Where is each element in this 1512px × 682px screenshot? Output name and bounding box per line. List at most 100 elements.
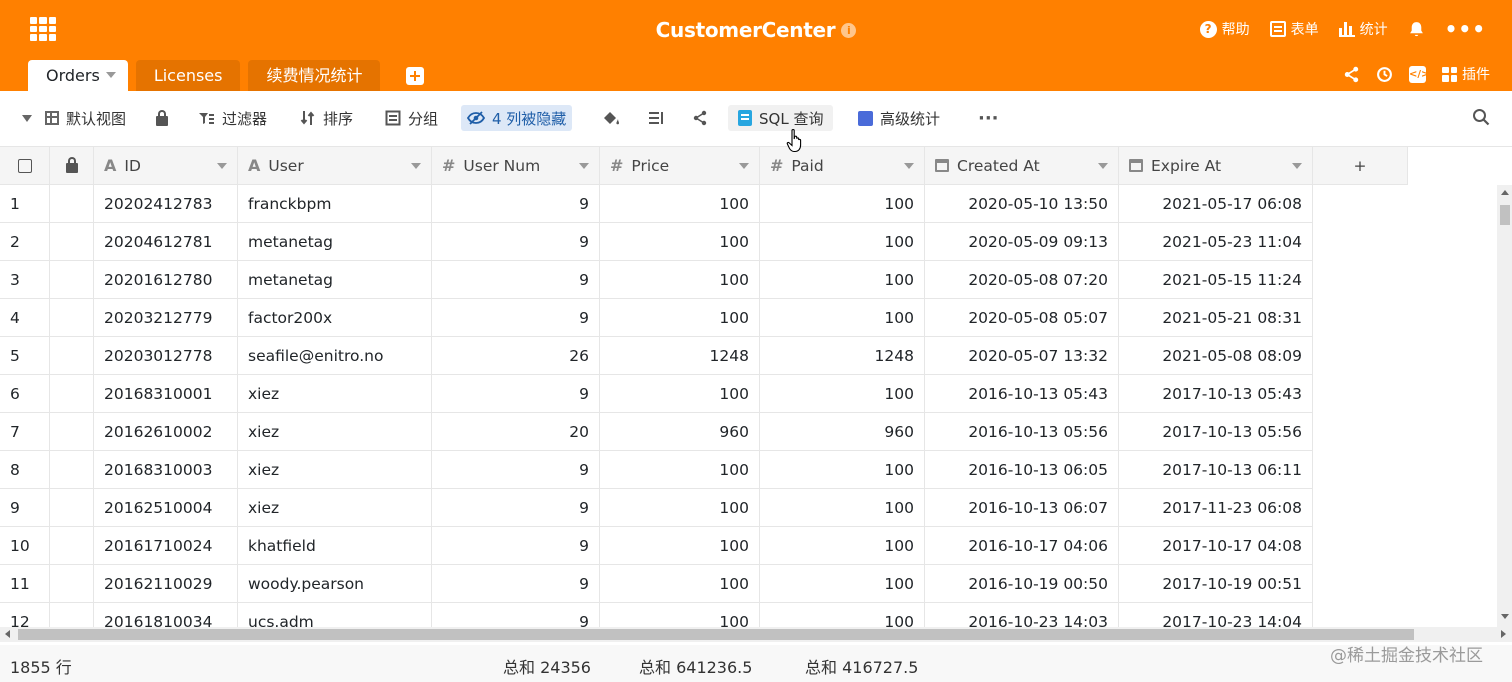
table-cell[interactable]: 9	[432, 299, 600, 337]
view-selector[interactable]: 默认视图	[16, 105, 132, 131]
lock-view-button[interactable]	[150, 105, 174, 131]
chevron-down-icon[interactable]	[1098, 162, 1108, 169]
table-cell[interactable]: 20162610002	[94, 413, 238, 451]
table-cell[interactable]: 9	[432, 527, 600, 565]
table-row[interactable]: 1 20202412783 franckbpm 9 100 100 2020-05-10 1…	[0, 185, 1408, 223]
table-cell[interactable]: 20	[432, 413, 600, 451]
table-cell[interactable]: 1248	[600, 337, 760, 375]
table-cell[interactable]: xiez	[238, 413, 432, 451]
table-cell[interactable]: 100	[760, 261, 925, 299]
table-cell[interactable]: 1248	[760, 337, 925, 375]
table-cell[interactable]: ucs.adm	[238, 603, 432, 627]
horizontal-scrollbar[interactable]	[0, 627, 1512, 642]
share-icon[interactable]	[1343, 66, 1360, 83]
table-cell[interactable]: 2021-05-17 06:08	[1119, 185, 1313, 223]
scroll-right-icon[interactable]	[1501, 630, 1506, 638]
chevron-down-icon[interactable]	[411, 162, 421, 169]
table-cell[interactable]: 2017-10-17 04:08	[1119, 527, 1313, 565]
vertical-scrollbar[interactable]	[1497, 185, 1512, 627]
table-cell[interactable]: franckbpm	[238, 185, 432, 223]
add-column-button[interactable]: +	[1313, 147, 1408, 185]
column-header-created-at[interactable]: Created At	[925, 147, 1119, 185]
table-cell[interactable]: 2017-10-13 06:11	[1119, 451, 1313, 489]
chevron-down-icon[interactable]	[217, 162, 227, 169]
table-cell[interactable]: 9	[432, 565, 600, 603]
hidden-columns-button[interactable]: 4 列被隐藏	[461, 105, 573, 131]
bell-icon[interactable]	[1408, 21, 1425, 38]
table-cell[interactable]: 960	[600, 413, 760, 451]
table-row[interactable]: 12 20161810034 ucs.adm 9 100 100 2016-10-23 14…	[0, 603, 1408, 627]
column-header-user-num[interactable]: # User Num	[432, 147, 600, 185]
row-action-cell[interactable]	[50, 185, 94, 223]
row-action-cell[interactable]	[50, 337, 94, 375]
table-cell[interactable]: 2020-05-09 09:13	[925, 223, 1119, 261]
info-icon[interactable]: i	[841, 23, 857, 38]
table-cell[interactable]: xiez	[238, 489, 432, 527]
table-cell[interactable]: 2017-10-23 14:04	[1119, 603, 1313, 627]
table-cell[interactable]: 2021-05-15 11:24	[1119, 261, 1313, 299]
table-cell[interactable]: 9	[432, 489, 600, 527]
table-row[interactable]: 3 20201612780 metanetag 9 100 100 2020-05-08 0…	[0, 261, 1408, 299]
tab-licenses[interactable]: Licenses	[135, 60, 241, 91]
table-row[interactable]: 7 20162610002 xiez 20 960 960 2016-10-13 05:56…	[0, 413, 1408, 451]
row-action-cell[interactable]	[50, 489, 94, 527]
chevron-down-icon[interactable]	[579, 162, 589, 169]
table-row[interactable]: 2 20204612781 metanetag 9 100 100 2020-05-09 0…	[0, 223, 1408, 261]
table-cell[interactable]: 100	[600, 261, 760, 299]
table-cell[interactable]: 100	[600, 299, 760, 337]
advanced-stats-button[interactable]: 高级统计	[852, 105, 946, 131]
table-cell[interactable]: 9	[432, 223, 600, 261]
table-cell[interactable]: 20162110029	[94, 565, 238, 603]
table-cell[interactable]: woody.pearson	[238, 565, 432, 603]
table-row[interactable]: 4 20203212779 factor200x 9 100 100 2020-05-08 …	[0, 299, 1408, 337]
table-cell[interactable]: 100	[600, 185, 760, 223]
table-cell[interactable]: 2020-05-10 13:50	[925, 185, 1119, 223]
script-icon[interactable]: </>	[1409, 65, 1429, 83]
table-cell[interactable]: 20161710024	[94, 527, 238, 565]
select-all-checkbox[interactable]	[17, 158, 32, 173]
table-cell[interactable]: 100	[760, 223, 925, 261]
table-cell[interactable]: 9	[432, 603, 600, 627]
table-cell[interactable]: factor200x	[238, 299, 432, 337]
table-cell[interactable]: xiez	[238, 451, 432, 489]
table-cell[interactable]: 20168310003	[94, 451, 238, 489]
chevron-down-icon[interactable]	[904, 162, 914, 169]
table-cell[interactable]: 2016-10-13 06:05	[925, 451, 1119, 489]
column-header-id[interactable]: A ID	[94, 147, 238, 185]
scroll-down-icon[interactable]	[1501, 614, 1509, 619]
filter-button[interactable]: 过滤器	[192, 105, 273, 131]
table-cell[interactable]: 2016-10-19 00:50	[925, 565, 1119, 603]
table-cell[interactable]: 20203212779	[94, 299, 238, 337]
table-cell[interactable]: 2021-05-21 08:31	[1119, 299, 1313, 337]
vertical-scroll-thumb[interactable]	[1500, 205, 1510, 225]
table-cell[interactable]: 100	[760, 565, 925, 603]
table-cell[interactable]: 100	[760, 375, 925, 413]
history-icon[interactable]	[1376, 66, 1393, 83]
row-action-cell[interactable]	[50, 261, 94, 299]
scroll-left-icon[interactable]	[5, 630, 10, 638]
row-action-cell[interactable]	[50, 223, 94, 261]
table-cell[interactable]: 2020-05-08 05:07	[925, 299, 1119, 337]
table-cell[interactable]: 20204612781	[94, 223, 238, 261]
table-cell[interactable]: 9	[432, 451, 600, 489]
table-cell[interactable]: 2016-10-17 04:06	[925, 527, 1119, 565]
column-header-expire-at[interactable]: Expire At	[1119, 147, 1313, 185]
table-cell[interactable]: 2017-11-23 06:08	[1119, 489, 1313, 527]
scroll-up-icon[interactable]	[1501, 190, 1509, 195]
help-button[interactable]: ? 帮助	[1199, 19, 1250, 39]
table-cell[interactable]: 2016-10-23 14:03	[925, 603, 1119, 627]
table-cell[interactable]: 100	[600, 223, 760, 261]
table-cell[interactable]: 100	[760, 451, 925, 489]
table-cell[interactable]: metanetag	[238, 223, 432, 261]
table-row[interactable]: 10 20161710024 khatfield 9 100 100 2016-10-17 …	[0, 527, 1408, 565]
table-cell[interactable]: khatfield	[238, 527, 432, 565]
table-cell[interactable]: 2020-05-08 07:20	[925, 261, 1119, 299]
chevron-down-icon[interactable]	[105, 72, 116, 78]
table-cell[interactable]: 20161810034	[94, 603, 238, 627]
table-cell[interactable]: 100	[600, 603, 760, 627]
table-cell[interactable]: 2017-10-19 00:51	[1119, 565, 1313, 603]
table-cell[interactable]: 20202412783	[94, 185, 238, 223]
table-cell[interactable]: 2016-10-13 06:07	[925, 489, 1119, 527]
tab-renewal-stats[interactable]: 续费情况统计	[248, 60, 381, 91]
row-action-cell[interactable]	[50, 603, 94, 627]
